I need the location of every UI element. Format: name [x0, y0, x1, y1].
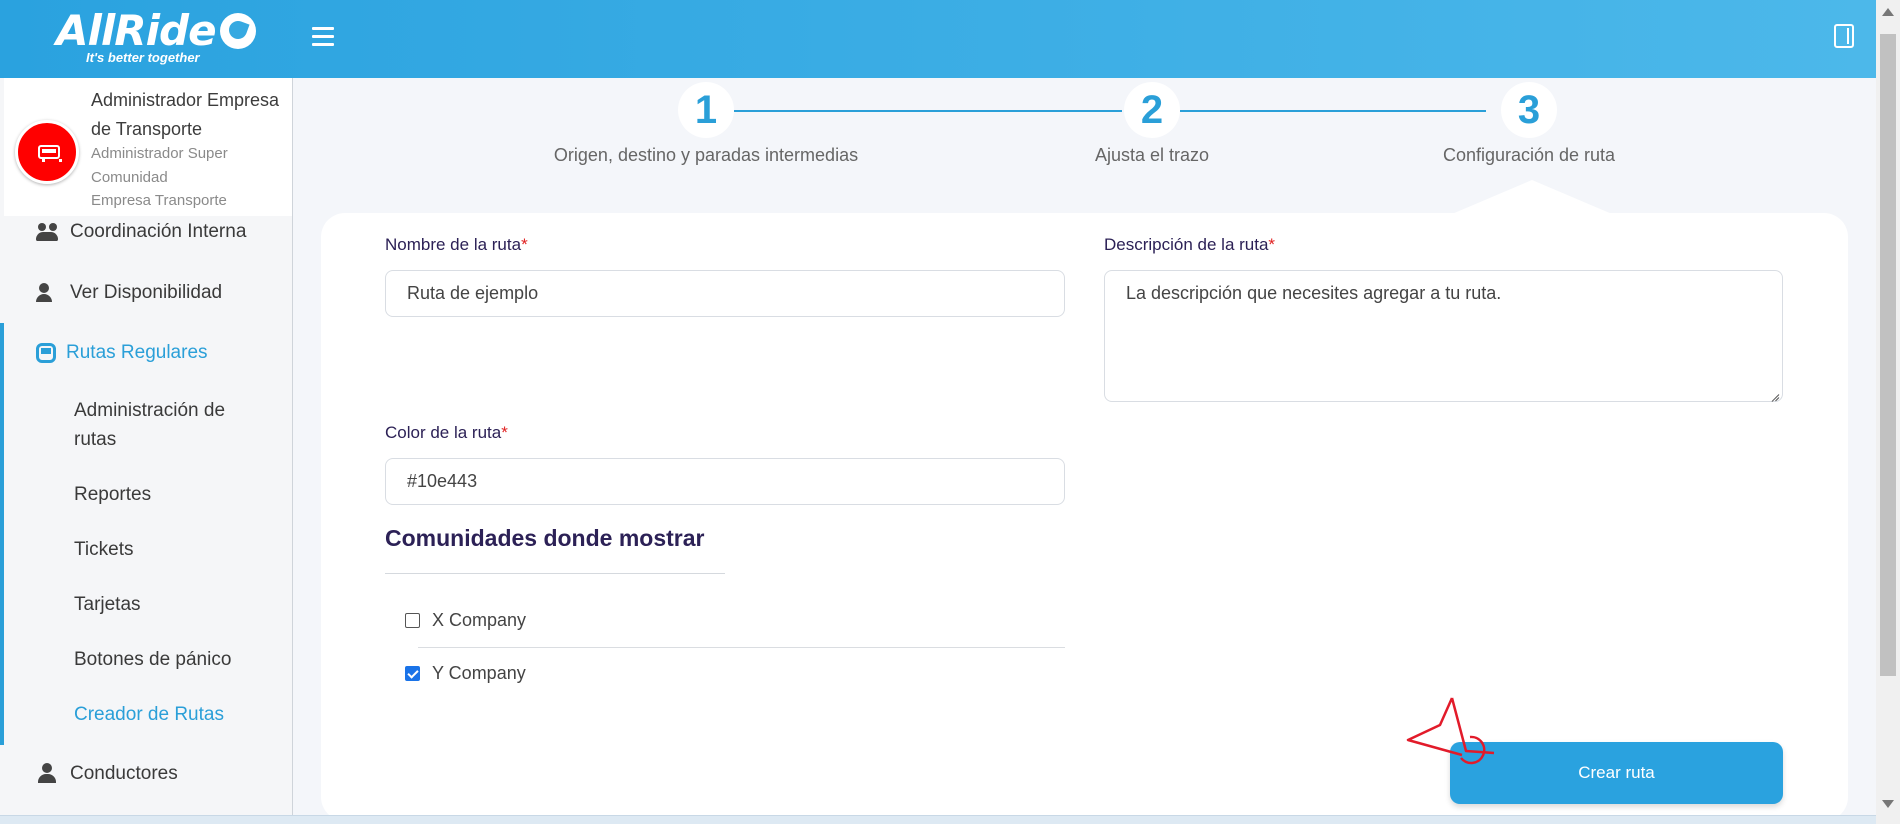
profile-community: Comunidad — [91, 169, 168, 186]
bus-icon — [38, 145, 62, 162]
sidebar-item-label: Rutas Regulares — [66, 342, 208, 363]
communities-title: Comunidades donde mostrar — [385, 525, 705, 551]
menu-toggle-icon[interactable] — [312, 27, 334, 47]
step-1-label: Origen, destino y paradas intermedias — [553, 145, 859, 165]
profile-role: Administrador Super — [91, 145, 228, 162]
route-description-textarea[interactable]: La descripción que necesites agregar a t… — [1104, 270, 1783, 402]
click-cursor-icon — [1406, 697, 1495, 765]
community-option-x-company[interactable]: X Company — [405, 610, 526, 631]
vertical-scrollbar[interactable] — [1876, 0, 1900, 824]
active-step-pointer — [1452, 180, 1612, 214]
route-description-text: La descripción que necesites agregar a t… — [1126, 283, 1502, 303]
community-option-y-company[interactable]: Y Company — [405, 663, 526, 684]
bus-icon — [36, 343, 56, 363]
step-1-circle[interactable]: 1 — [678, 82, 734, 138]
sidebar: Administrador Empresa de Transporte Admi… — [0, 78, 293, 815]
user-check-icon — [36, 282, 60, 304]
resize-handle-icon[interactable] — [1770, 389, 1780, 399]
allride-logo[interactable]: AllRide It's better together — [56, 8, 256, 65]
sidebar-subitem-reportes[interactable]: Reportes — [74, 480, 151, 509]
side-panel-icon[interactable] — [1834, 24, 1854, 48]
step-2-label: Ajusta el trazo — [1094, 145, 1210, 165]
scrollbar-thumb[interactable] — [1880, 34, 1896, 676]
avatar — [15, 120, 79, 184]
scroll-down-icon[interactable] — [1882, 800, 1894, 808]
logo-mark-icon — [219, 13, 256, 49]
driver-icon — [36, 763, 60, 785]
section-divider — [385, 573, 725, 574]
route-description-label: Descripción de la ruta* — [1104, 235, 1276, 254]
step-3-circle[interactable]: 3 — [1501, 82, 1557, 138]
logo-text: AllRide — [56, 6, 217, 55]
sidebar-subitem-tarjetas[interactable]: Tarjetas — [74, 590, 141, 619]
sidebar-subitem-administracion-rutas[interactable]: Administración de rutas — [74, 396, 264, 454]
step-3-label: Configuración de ruta — [1442, 145, 1616, 165]
y-company-checkbox[interactable] — [405, 666, 420, 681]
row-divider — [418, 647, 1065, 648]
scroll-up-icon[interactable] — [1882, 8, 1894, 16]
bottom-edge — [0, 815, 1876, 824]
sidebar-item-ver-disponibilidad[interactable]: Ver Disponibilidad — [0, 263, 292, 323]
sidebar-item-label: Coordinación Interna — [70, 221, 247, 242]
top-header: AllRide It's better together — [0, 0, 1876, 78]
sidebar-item-coordinacion-interna[interactable]: Coordinación Interna — [0, 202, 292, 262]
profile-name: Administrador Empresa de Transporte — [91, 90, 280, 139]
sidebar-item-rutas-regulares[interactable]: Rutas Regulares — [0, 323, 292, 383]
user-profile: Administrador Empresa de Transporte Admi… — [4, 78, 292, 216]
route-name-input[interactable]: Ruta de ejemplo — [385, 270, 1065, 317]
logo-tagline: It's better together — [86, 50, 200, 65]
step-connector — [734, 110, 1122, 112]
x-company-checkbox[interactable] — [405, 613, 420, 628]
people-gear-icon — [36, 221, 60, 243]
route-color-input[interactable]: #10e443 — [385, 458, 1065, 505]
route-name-label: Nombre de la ruta* — [385, 235, 528, 254]
sidebar-item-label: Ver Disponibilidad — [70, 282, 223, 303]
sidebar-subitem-botones-panico[interactable]: Botones de pánico — [74, 645, 231, 674]
sidebar-subitem-tickets[interactable]: Tickets — [74, 535, 133, 564]
active-group-indicator — [0, 323, 4, 745]
sidebar-item-label: Conductores — [70, 763, 178, 784]
community-label: Y Company — [432, 663, 526, 683]
community-label: X Company — [432, 610, 527, 630]
sidebar-subitem-creador-rutas[interactable]: Creador de Rutas — [74, 700, 224, 729]
step-2-circle[interactable]: 2 — [1124, 82, 1180, 138]
sidebar-item-conductores[interactable]: Conductores — [0, 744, 292, 804]
route-color-label: Color de la ruta* — [385, 423, 508, 442]
step-connector — [1180, 110, 1486, 112]
